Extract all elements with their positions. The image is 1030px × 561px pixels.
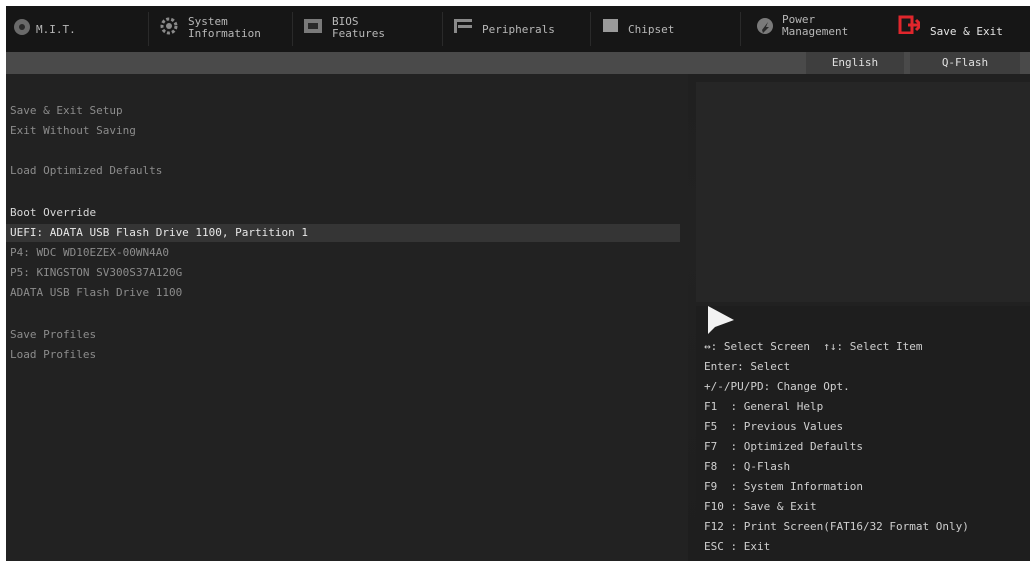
help-line: F1 : General Help	[704, 400, 824, 413]
tab-label: Save & Exit	[930, 25, 1003, 38]
mit-icon	[14, 19, 30, 35]
language-button[interactable]: English	[806, 52, 904, 74]
tab-power-management[interactable]: Power Management	[746, 6, 888, 52]
tab-label: Peripherals	[482, 23, 555, 36]
mouse-cursor-icon	[708, 306, 734, 334]
menu-panel: Save & Exit Setup Exit Without Saving Lo…	[6, 74, 688, 561]
save-profiles-item[interactable]: Save Profiles	[6, 326, 96, 344]
help-line: F7 : Optimized Defaults	[704, 440, 863, 453]
tab-label: Power Management	[782, 13, 849, 38]
help-line: F8 : Q-Flash	[704, 460, 791, 473]
tab-peripherals[interactable]: Peripherals	[446, 6, 586, 52]
tab-bios-features[interactable]: BIOS Features	[296, 6, 436, 52]
tab-divider	[740, 12, 741, 46]
load-optimized-defaults-item[interactable]: Load Optimized Defaults	[6, 162, 162, 180]
tab-mit[interactable]: M.I.T.	[6, 6, 146, 52]
key-help-panel: ↔: Select Screen ↑↓: Select Item Enter: …	[696, 306, 1030, 561]
tab-save-exit[interactable]: Save & Exit	[894, 6, 1030, 52]
tab-divider	[292, 12, 293, 46]
boot-item-adata[interactable]: ADATA USB Flash Drive 1100	[6, 284, 182, 302]
tab-label: BIOS Features	[332, 15, 385, 40]
help-line: F10 : Save & Exit	[704, 500, 817, 513]
bios-icon	[304, 19, 322, 33]
help-line: ↔: Select Screen ↑↓: Select Item	[704, 340, 923, 353]
exit-without-saving-item[interactable]: Exit Without Saving	[6, 122, 136, 140]
tab-system-information[interactable]: System Information	[152, 6, 288, 52]
tab-divider	[590, 12, 591, 46]
boot-item-p5-kingston[interactable]: P5: KINGSTON SV300S37A120G	[6, 264, 182, 282]
boot-item-uefi-adata[interactable]: UEFI: ADATA USB Flash Drive 1100, Partit…	[6, 224, 680, 242]
tab-label: Chipset	[628, 23, 675, 36]
exit-icon	[898, 15, 920, 34]
boot-override-heading: Boot Override	[10, 206, 97, 219]
help-line: Enter: Select	[704, 360, 791, 373]
save-exit-setup-item[interactable]: Save & Exit Setup	[6, 102, 123, 120]
chipset-icon	[603, 19, 618, 32]
tab-divider	[148, 12, 149, 46]
tab-bar: M.I.T. System Information BIOS Features	[6, 6, 1030, 52]
help-line: F12 : Print Screen(FAT16/32 Format Only)	[704, 520, 969, 533]
tab-label: System Information	[188, 15, 261, 40]
help-line: F9 : System Information	[704, 480, 863, 493]
help-line: +/-/PU/PD: Change Opt.	[704, 380, 850, 393]
description-panel	[696, 82, 1030, 302]
bios-screen: M.I.T. System Information BIOS Features	[6, 6, 1030, 561]
power-icon	[757, 18, 773, 34]
sub-bar: English Q-Flash	[6, 52, 1030, 74]
tab-chipset[interactable]: Chipset	[594, 6, 734, 52]
boot-item-p4-wdc[interactable]: P4: WDC WD10EZEX-00WN4A0	[6, 244, 169, 262]
help-line: ESC : Exit	[704, 540, 771, 553]
load-profiles-item[interactable]: Load Profiles	[6, 346, 96, 364]
tab-label: M.I.T.	[36, 23, 76, 36]
gear-icon	[160, 17, 178, 35]
peripherals-icon	[454, 19, 472, 33]
qflash-button[interactable]: Q-Flash	[910, 52, 1020, 74]
tab-divider	[442, 12, 443, 46]
help-line: F5 : Previous Values	[704, 420, 844, 433]
